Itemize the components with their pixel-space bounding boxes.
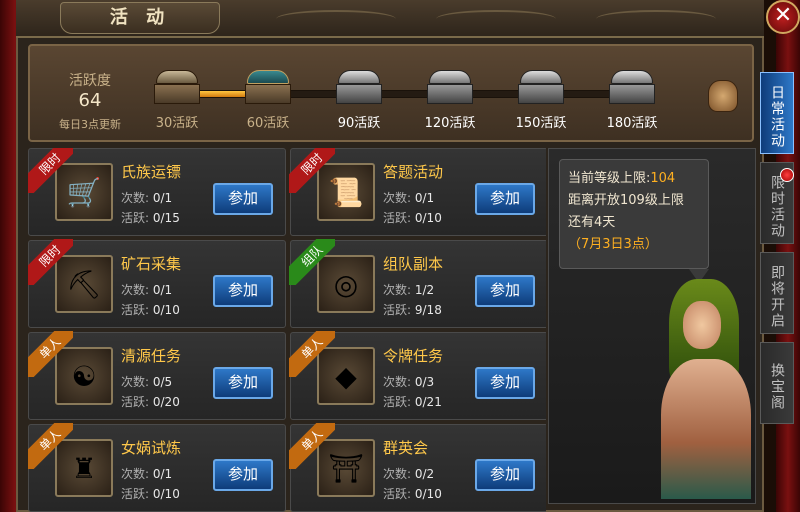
reward-threshold-label: 180活跃 xyxy=(606,116,658,131)
activity-bar: 活跃度 64 每日3点更新 30活跃 60活跃 90活跃 120活跃 150活跃 180活… xyxy=(28,44,754,142)
reward-chest-icon[interactable] xyxy=(152,66,202,106)
join-button[interactable]: 参加 xyxy=(475,275,535,307)
activity-points-stat: 活跃: 0/10 xyxy=(121,303,180,317)
activity-label: 活跃度 xyxy=(69,73,111,89)
attempts-stat: 次数: 0/1 xyxy=(121,191,173,205)
title-ornament xyxy=(276,10,396,28)
npc-panel: 当前等级上限:104 距离开放109级上限 还有4天 （7月3日3点） xyxy=(548,148,756,504)
activity-card: ☯ 单人 清源任务 次数: 0/5 活跃: 0/20 参加 xyxy=(28,331,286,420)
activity-name: 组队副本 xyxy=(383,255,444,273)
activity-card: ⛏ 限时 矿石采集 次数: 0/1 活跃: 0/10 参加 xyxy=(28,239,286,328)
activity-value: 64 xyxy=(78,90,102,111)
activity-name: 女娲试炼 xyxy=(121,439,182,457)
activity-name: 令牌任务 xyxy=(383,347,444,365)
notification-dot xyxy=(780,168,794,182)
reward-chest-icon[interactable] xyxy=(607,66,657,106)
activity-points-stat: 活跃: 0/15 xyxy=(121,211,180,225)
join-button[interactable]: 参加 xyxy=(213,183,273,215)
level-cap-label: 当前等级上限: xyxy=(568,171,651,186)
activity-card: ♜ 单人 女娲试炼 次数: 0/1 活跃: 0/10 参加 xyxy=(28,423,286,512)
attempts-stat: 次数: 0/1 xyxy=(121,467,173,481)
reward-threshold-label: 120活跃 xyxy=(424,116,476,131)
reward-threshold-label: 60活跃 xyxy=(246,116,290,131)
bag-icon[interactable] xyxy=(708,80,738,112)
window-title: 活 动 xyxy=(60,2,220,34)
activity-tag: 单人 xyxy=(289,423,335,469)
activity-refresh-note: 每日3点更新 xyxy=(59,118,121,131)
speech-bubble: 当前等级上限:104 距离开放109级上限 还有4天 （7月3日3点） xyxy=(559,159,709,269)
close-button[interactable]: ✕ xyxy=(766,0,800,34)
attempts-stat: 次数: 0/2 xyxy=(383,467,435,481)
activity-tag: 单人 xyxy=(28,331,73,377)
title-ornament xyxy=(436,10,556,28)
next-cap-text: 距离开放109级上限 xyxy=(568,193,684,208)
activity-points-stat: 活跃: 0/10 xyxy=(383,211,442,225)
activity-tag: 单人 xyxy=(289,331,335,377)
activity-card: ⛩ 单人 群英会 次数: 0/2 活跃: 0/10 参加 xyxy=(289,423,546,512)
reward-chest-icon[interactable] xyxy=(516,66,566,106)
join-button[interactable]: 参加 xyxy=(213,367,273,399)
reward-threshold-label: 150活跃 xyxy=(515,116,567,131)
activity-points-stat: 活跃: 9/18 xyxy=(383,303,442,317)
activity-tag: 单人 xyxy=(28,423,73,469)
npc-portrait xyxy=(649,279,759,499)
join-button[interactable]: 参加 xyxy=(213,275,273,307)
attempts-stat: 次数: 0/3 xyxy=(383,375,435,389)
activity-tag: 限时 xyxy=(28,239,73,285)
title-ornament xyxy=(596,10,716,28)
reward-threshold-label: 90活跃 xyxy=(337,116,381,131)
days-left-text: 还有4天 xyxy=(568,215,616,230)
activity-name: 矿石采集 xyxy=(121,255,182,273)
activity-name: 清源任务 xyxy=(121,347,182,365)
attempts-stat: 次数: 0/1 xyxy=(121,283,173,297)
activity-list: 🛒 限时 氏族运镖 次数: 0/1 活跃: 0/15 参加 📜 限时 答题活动 次数: 0/1 活跃… xyxy=(28,148,546,512)
join-button[interactable]: 参加 xyxy=(475,367,535,399)
close-icon: ✕ xyxy=(773,3,793,28)
activity-card: ◆ 单人 令牌任务 次数: 0/3 活跃: 0/21 参加 xyxy=(289,331,546,420)
activity-card: 📜 限时 答题活动 次数: 0/1 活跃: 0/10 参加 xyxy=(289,148,546,236)
reward-chest-icon[interactable] xyxy=(243,66,293,106)
attempts-stat: 次数: 1/2 xyxy=(383,283,435,297)
side-tab[interactable]: 日常活动 xyxy=(760,72,794,154)
attempts-stat: 次数: 0/1 xyxy=(383,191,435,205)
activity-tag: 组队 xyxy=(289,239,335,285)
side-tab[interactable]: 即将开启 xyxy=(760,252,794,334)
attempts-stat: 次数: 0/5 xyxy=(121,375,173,389)
reward-chest-icon[interactable] xyxy=(425,66,475,106)
side-tab[interactable]: 换宝阁 xyxy=(760,342,794,424)
activity-name: 群英会 xyxy=(383,439,429,457)
reward-threshold-label: 30活跃 xyxy=(155,116,199,131)
reward-chest-icon[interactable] xyxy=(334,66,384,106)
activity-tag: 限时 xyxy=(28,148,73,193)
level-cap-value: 104 xyxy=(650,171,676,186)
activity-card: 🛒 限时 氏族运镖 次数: 0/1 活跃: 0/15 参加 xyxy=(28,148,286,236)
activity-card: ◎ 组队 组队副本 次数: 1/2 活跃: 9/18 参加 xyxy=(289,239,546,328)
activity-points-stat: 活跃: 0/10 xyxy=(383,487,442,501)
join-button[interactable]: 参加 xyxy=(475,459,535,491)
activity-name: 答题活动 xyxy=(383,163,444,181)
activity-points-stat: 活跃: 0/21 xyxy=(383,395,442,409)
activity-points-stat: 活跃: 0/10 xyxy=(121,487,180,501)
activity-tag: 限时 xyxy=(289,148,335,193)
activity-name: 氏族运镖 xyxy=(121,163,182,181)
activity-points-stat: 活跃: 0/20 xyxy=(121,395,180,409)
join-button[interactable]: 参加 xyxy=(475,183,535,215)
open-date-text: （7月3日3点） xyxy=(568,237,658,252)
join-button[interactable]: 参加 xyxy=(213,459,273,491)
